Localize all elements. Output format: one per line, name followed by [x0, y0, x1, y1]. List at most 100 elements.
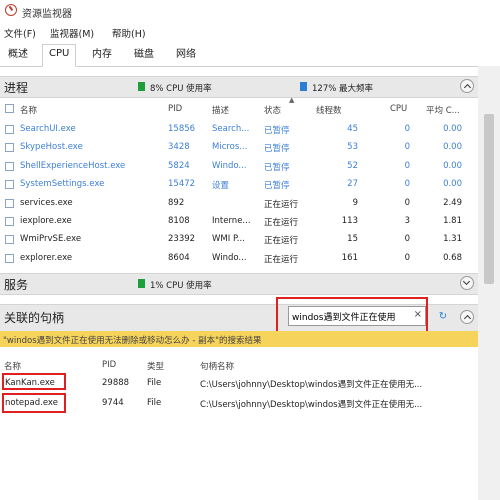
menu-help[interactable]: 帮助(H): [112, 26, 146, 40]
tab-cpu[interactable]: CPU: [42, 44, 77, 67]
window-title: 资源监视器: [22, 9, 72, 20]
process-pid-cell: 15472: [168, 179, 196, 190]
col-name[interactable]: 名称: [20, 104, 37, 116]
process-cpu-cell: 0: [404, 160, 410, 171]
cpu-usage-indicator-icon: [138, 82, 145, 91]
menu-file[interactable]: 文件(F): [4, 26, 36, 40]
handle-type-cell: File: [147, 398, 162, 408]
process-name-cell: explorer.exe: [20, 252, 73, 263]
process-cpu-cell: 0: [404, 252, 410, 263]
process-row-checkbox[interactable]: [5, 217, 14, 226]
sort-indicator-icon: ▲: [289, 96, 295, 104]
tab-overview[interactable]: 概述: [2, 46, 34, 66]
handle-col-type[interactable]: 类型: [147, 360, 164, 372]
process-avg-cell: 0.68: [443, 252, 462, 263]
handle-col-handle-name[interactable]: 句柄名称: [200, 360, 234, 372]
process-threads-cell: 113: [341, 216, 358, 226]
handle-handle-cell: C:\Users\johnny\Desktop\windos遇到文件正在使用无.…: [200, 380, 423, 390]
services-title: 服务: [4, 278, 29, 292]
processes-freq-stat: 127% 最大频率: [312, 84, 374, 94]
processes-section-header[interactable]: 进程 8% CPU 使用率 127% 最大频率: [0, 76, 478, 98]
title-bar: 资源监视器: [0, 0, 500, 22]
process-avg-cell: 2.49: [443, 197, 462, 208]
collapse-chevron-icon[interactable]: [460, 79, 474, 93]
search-result-banner: "windos遇到文件正在使用无法删除或移动怎么办 - 副本"的搜索结果: [0, 331, 478, 347]
col-status[interactable]: 状态: [264, 104, 281, 116]
process-cpu-cell: 0: [404, 234, 410, 245]
menu-monitor[interactable]: 监视器(M): [50, 26, 94, 40]
services-cpu-indicator-icon: [138, 279, 145, 288]
process-row-checkbox[interactable]: [5, 161, 14, 171]
col-pid[interactable]: PID: [168, 104, 182, 114]
process-row-checkbox[interactable]: [5, 180, 14, 190]
process-avg-cell: 0.00: [443, 124, 462, 134]
services-expand-chevron-icon[interactable]: [460, 276, 474, 290]
process-name-cell: SystemSettings.exe: [20, 179, 105, 190]
processes-cpu-stat: 8% CPU 使用率: [150, 84, 212, 94]
process-avg-cell: 1.81: [443, 216, 462, 226]
tab-disk[interactable]: 磁盘: [128, 46, 160, 66]
process-name-cell: SkypeHost.exe: [20, 142, 83, 153]
process-avg-cell: 1.31: [443, 234, 462, 245]
col-avg-cpu[interactable]: 平均 C...: [426, 104, 460, 116]
process-threads-cell: 27: [347, 179, 358, 190]
menu-bar: 文件(F) 监视器(M) 帮助(H): [0, 24, 500, 40]
max-frequency-indicator-icon: [300, 82, 307, 91]
process-threads-cell: 15: [347, 234, 358, 245]
process-desc-cell: Windo...: [212, 160, 247, 171]
process-avg-cell: 0.00: [443, 142, 462, 153]
process-row-checkbox[interactable]: [5, 235, 14, 245]
handles-collapse-chevron-icon[interactable]: [460, 310, 474, 324]
process-desc-cell: WMI P...: [212, 234, 245, 245]
handle-type-cell: File: [147, 378, 162, 388]
process-name-cell: WmiPrvSE.exe: [20, 234, 82, 245]
process-row-checkbox[interactable]: [5, 143, 14, 153]
process-row-checkbox[interactable]: [5, 198, 14, 208]
process-cpu-cell: 0: [404, 142, 410, 153]
process-desc-cell: 设置: [212, 181, 230, 192]
select-all-checkbox[interactable]: [5, 104, 14, 113]
process-name-cell: services.exe: [20, 197, 73, 208]
search-result-text: "windos遇到文件正在使用无法删除或移动怎么办 - 副本"的搜索结果: [3, 336, 262, 346]
process-name-cell: iexplore.exe: [20, 216, 72, 226]
tab-network[interactable]: 网络: [170, 46, 202, 66]
process-desc-cell: Micros...: [212, 142, 248, 153]
handle-col-pid[interactable]: PID: [102, 360, 116, 370]
process-row-checkbox[interactable]: [5, 125, 14, 134]
services-section-header[interactable]: 服务 1% CPU 使用率: [0, 273, 478, 295]
process-cpu-cell: 3: [404, 216, 410, 226]
process-desc-cell: Search...: [212, 124, 250, 134]
process-avg-cell: 0.00: [443, 179, 462, 190]
handle-handle-cell: C:\Users\johnny\Desktop\windos遇到文件正在使用无.…: [200, 400, 423, 410]
handles-title: 关联的句柄: [4, 311, 65, 325]
process-threads-cell: 52: [347, 160, 358, 171]
highlight-notepad: [2, 393, 66, 413]
resource-monitor-icon: [5, 4, 17, 16]
tab-bar: 概述 CPU 内存 磁盘 网络: [0, 42, 500, 67]
tab-memory[interactable]: 内存: [86, 46, 118, 66]
processes-title: 进程: [4, 81, 29, 95]
process-desc-cell: Windo...: [212, 252, 247, 263]
process-pid-cell: 892: [168, 197, 185, 208]
process-row-checkbox[interactable]: [5, 253, 14, 263]
process-threads-cell: 9: [352, 197, 358, 208]
process-cpu-cell: 0: [404, 179, 410, 190]
process-pid-cell: 5824: [168, 160, 190, 171]
handle-pid-cell: 9744: [102, 398, 124, 408]
col-cpu[interactable]: CPU: [390, 104, 407, 114]
services-cpu-stat: 1% CPU 使用率: [150, 281, 212, 291]
handle-col-name[interactable]: 名称: [4, 360, 21, 372]
process-avg-cell: 0.00: [443, 160, 462, 171]
process-pid-cell: 23392: [168, 234, 196, 245]
process-desc-cell: Interne...: [212, 216, 251, 226]
highlight-kankan: [2, 373, 66, 390]
process-cpu-cell: 0: [404, 197, 410, 208]
process-name-cell: SearchUI.exe: [20, 124, 76, 134]
col-threads[interactable]: 线程数: [316, 104, 342, 116]
handle-pid-cell: 29888: [102, 378, 130, 388]
refresh-icon[interactable]: ↻: [435, 311, 451, 325]
col-description[interactable]: 描述: [212, 104, 229, 116]
process-threads-cell: 53: [347, 142, 358, 153]
scrollbar-thumb[interactable]: [484, 114, 494, 284]
process-threads-cell: 161: [341, 252, 358, 263]
